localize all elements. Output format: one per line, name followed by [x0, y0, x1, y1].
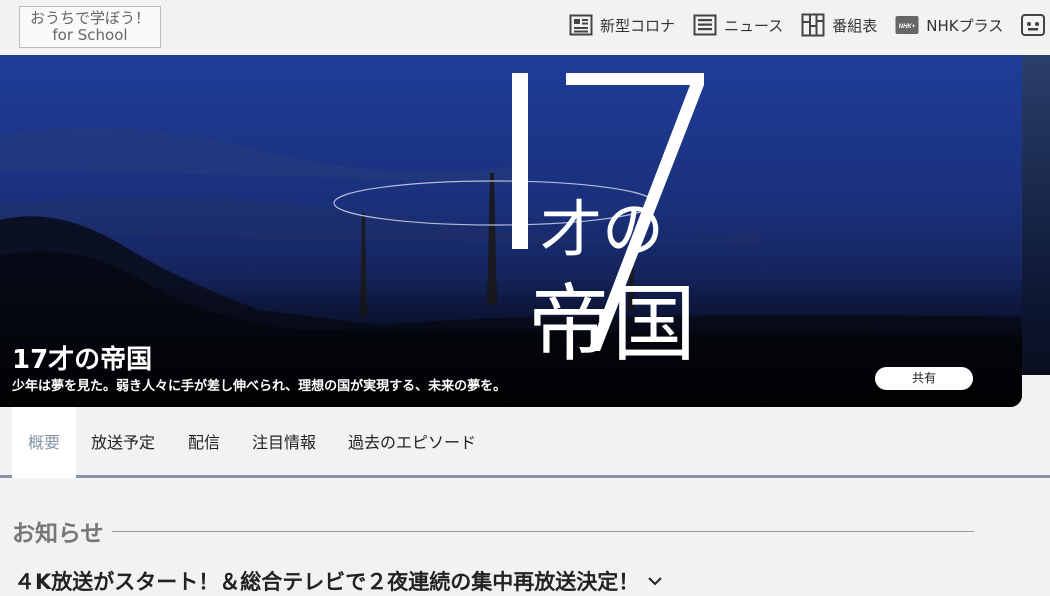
hero-logo-bottom: 帝国	[528, 275, 696, 373]
reception-icon	[1021, 14, 1046, 36]
nav-program-guide[interactable]: 番組表	[801, 13, 877, 37]
tab-streaming[interactable]: 配信	[172, 407, 236, 478]
program-guide-icon	[801, 13, 825, 37]
nav-news[interactable]: ニュース	[693, 13, 783, 37]
chevron-down-icon	[648, 577, 662, 586]
nav-corona[interactable]: 新型コロナ	[569, 13, 675, 37]
corona-info-icon	[569, 14, 593, 36]
tab-highlights[interactable]: 注目情報	[236, 407, 332, 478]
notice-section-header: お知らせ	[12, 514, 974, 548]
program-title: 17才の帝国	[12, 345, 153, 375]
notice-divider	[111, 530, 974, 532]
notice-item-toggle[interactable]: ４K放送がスタート！＆総合テレビで２夜連続の集中再放送決定！	[14, 566, 663, 596]
hero-carousel-next-peek[interactable]	[1022, 55, 1050, 375]
nav-news-label: ニュース	[724, 16, 784, 35]
nhk-plus-icon: NHK+	[895, 16, 919, 34]
site-header: おうちで学ぼう！ for School 新型コロナ ニュース 番組表 NHK+ …	[0, 0, 1050, 55]
hero-key-visual: 才の 帝国	[0, 55, 1022, 407]
program-tagline: 少年は夢を見た。弱き人々に手が差し伸べられ、理想の国が実現する、未来の夢を。	[12, 379, 507, 394]
brand-line-2: for School	[52, 26, 128, 44]
global-nav: 新型コロナ ニュース 番組表 NHK+ NHKプラス	[569, 13, 1050, 37]
nav-nhk-plus-label: NHKプラス	[926, 16, 1004, 35]
tab-overview[interactable]: 概要	[12, 407, 76, 478]
notice-heading: お知らせ	[12, 521, 104, 547]
hero-banner: 才の 帝国 17才の帝国 少年は夢を見た。弱き人々に手が差し伸べられ、理想の国が…	[0, 55, 1022, 407]
svg-text:NHK+: NHK+	[899, 24, 916, 30]
program-tabs: 概要 放送予定 配信 注目情報 過去のエピソード	[0, 407, 1050, 478]
tab-past-episodes[interactable]: 過去のエピソード	[332, 407, 492, 478]
nav-reception[interactable]: 受	[1021, 13, 1050, 37]
notice-item-title: ４K放送がスタート！＆総合テレビで２夜連続の集中再放送決定！	[14, 570, 640, 594]
hero-logo-mid: 才の	[540, 193, 664, 266]
tab-schedule[interactable]: 放送予定	[75, 407, 171, 478]
nav-nhk-plus[interactable]: NHK+ NHKプラス	[895, 13, 1003, 37]
ouchi-de-manabou-link[interactable]: おうちで学ぼう！ for School	[19, 6, 161, 48]
brand-line-1: おうちで学ぼう！	[29, 9, 150, 27]
nav-program-guide-label: 番組表	[832, 16, 878, 35]
nav-corona-label: 新型コロナ	[600, 16, 676, 35]
share-button[interactable]: 共有	[875, 367, 973, 390]
news-icon	[693, 14, 717, 36]
